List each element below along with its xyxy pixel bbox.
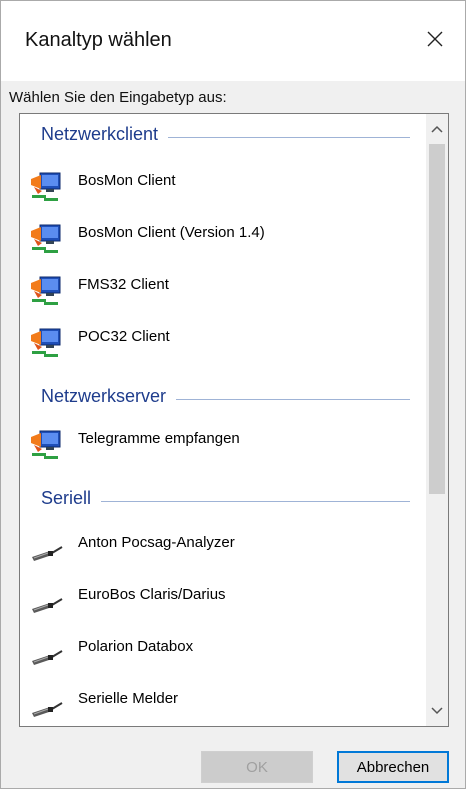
- scroll-down-button[interactable]: [426, 700, 448, 722]
- serial-cable-icon: [28, 631, 66, 671]
- list-item-serielle-melder[interactable]: Serielle Melder: [20, 680, 424, 726]
- ok-button[interactable]: OK: [201, 751, 313, 783]
- list-item-label: Anton Pocsag-Analyzer: [78, 534, 235, 551]
- serial-cable-icon: [28, 527, 66, 567]
- group-title: Seriell: [41, 488, 102, 509]
- list-item-label: POC32 Client: [78, 328, 170, 345]
- list-item-label: Serielle Melder: [78, 690, 179, 707]
- list-item-label: EuroBos Claris/Darius: [78, 586, 226, 603]
- list-item-bosmon-client-v14[interactable]: BosMon Client (Version 1.4): [20, 214, 424, 264]
- list-item-label: BosMon Client: [78, 172, 176, 189]
- group-title: Netzwerkserver: [41, 386, 177, 407]
- prompt-label: Wählen Sie den Eingabetyp aus:: [9, 89, 227, 106]
- chevron-down-icon: [431, 707, 443, 715]
- list-item-telegramme-empfangen[interactable]: Telegramme empfangen: [20, 420, 424, 470]
- title-bar: Kanaltyp wählen: [1, 1, 465, 81]
- list-item-polarion-databox[interactable]: Polarion Databox: [20, 628, 424, 678]
- network-computer-icon: [28, 217, 66, 257]
- list-item-anton-pocsag-analyzer[interactable]: Anton Pocsag-Analyzer: [20, 524, 424, 574]
- vertical-scrollbar[interactable]: [426, 114, 448, 726]
- close-button[interactable]: [415, 21, 455, 57]
- dialog-window: Kanaltyp wählen Wählen Sie den Eingabety…: [0, 0, 466, 789]
- group-header-seriell: Seriell: [20, 484, 424, 514]
- list-item-label: Telegramme empfangen: [78, 430, 240, 447]
- scroll-thumb[interactable]: [429, 144, 445, 494]
- scroll-up-button[interactable]: [426, 118, 448, 140]
- serial-cable-icon: [28, 579, 66, 619]
- list-item-bosmon-client[interactable]: BosMon Client: [20, 162, 424, 212]
- network-computer-icon: [28, 165, 66, 205]
- group-header-netzwerkclient: Netzwerkclient: [20, 120, 424, 150]
- list-item-poc32-client[interactable]: POC32 Client: [20, 318, 424, 368]
- group-header-netzwerkserver: Netzwerkserver: [20, 382, 424, 412]
- list-item-label: FMS32 Client: [78, 276, 169, 293]
- list-item-label: Polarion Databox: [78, 638, 194, 655]
- chevron-up-icon: [431, 125, 443, 133]
- channel-type-list[interactable]: Netzwerkclient BosMon Client BosMon Clie…: [19, 113, 449, 727]
- network-computer-icon: [28, 269, 66, 309]
- cancel-button[interactable]: Abbrechen: [337, 751, 449, 783]
- network-computer-icon: [28, 423, 66, 463]
- list-item-eurobos-claris-darius[interactable]: EuroBos Claris/Darius: [20, 576, 424, 626]
- close-icon: [427, 31, 443, 47]
- dialog-title: Kanaltyp wählen: [25, 29, 172, 51]
- serial-cable-icon: [28, 683, 66, 723]
- group-title: Netzwerkclient: [41, 124, 169, 145]
- list-item-label: BosMon Client (Version 1.4): [78, 224, 265, 241]
- list-item-fms32-client[interactable]: FMS32 Client: [20, 266, 424, 316]
- network-computer-icon: [28, 321, 66, 361]
